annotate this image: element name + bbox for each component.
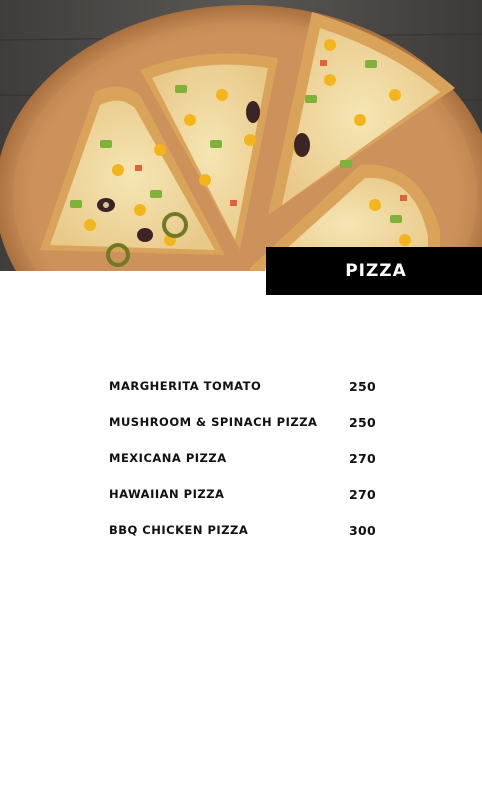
menu-item: HAWAIIAN PIZZA 270 (109, 476, 379, 512)
pizza-illustration (0, 0, 482, 271)
menu-item: MUSHROOM & SPINACH PIZZA 250 (109, 404, 379, 440)
menu-item: MEXICANA PIZZA 270 (109, 440, 379, 476)
menu-item-name: MUSHROOM & SPINACH PIZZA (109, 415, 318, 429)
menu-item: MARGHERITA TOMATO 250 (109, 368, 379, 404)
menu-item-name: MARGHERITA TOMATO (109, 379, 262, 393)
menu-item-price: 250 (349, 378, 376, 394)
menu-item-name: HAWAIIAN PIZZA (109, 487, 225, 501)
category-title: PIZZA (345, 261, 407, 281)
menu-item-price: 300 (349, 522, 376, 538)
category-title-banner: PIZZA (266, 247, 482, 295)
menu-item-price: 250 (349, 414, 376, 430)
hero-pizza-image (0, 0, 482, 271)
menu-item-price: 270 (349, 486, 376, 502)
menu-list: MARGHERITA TOMATO 250 MUSHROOM & SPINACH… (109, 368, 379, 548)
menu-item: BBQ CHICKEN PIZZA 300 (109, 512, 379, 548)
menu-item-name: BBQ CHICKEN PIZZA (109, 523, 249, 537)
menu-item-price: 270 (349, 450, 376, 466)
menu-item-name: MEXICANA PIZZA (109, 451, 227, 465)
